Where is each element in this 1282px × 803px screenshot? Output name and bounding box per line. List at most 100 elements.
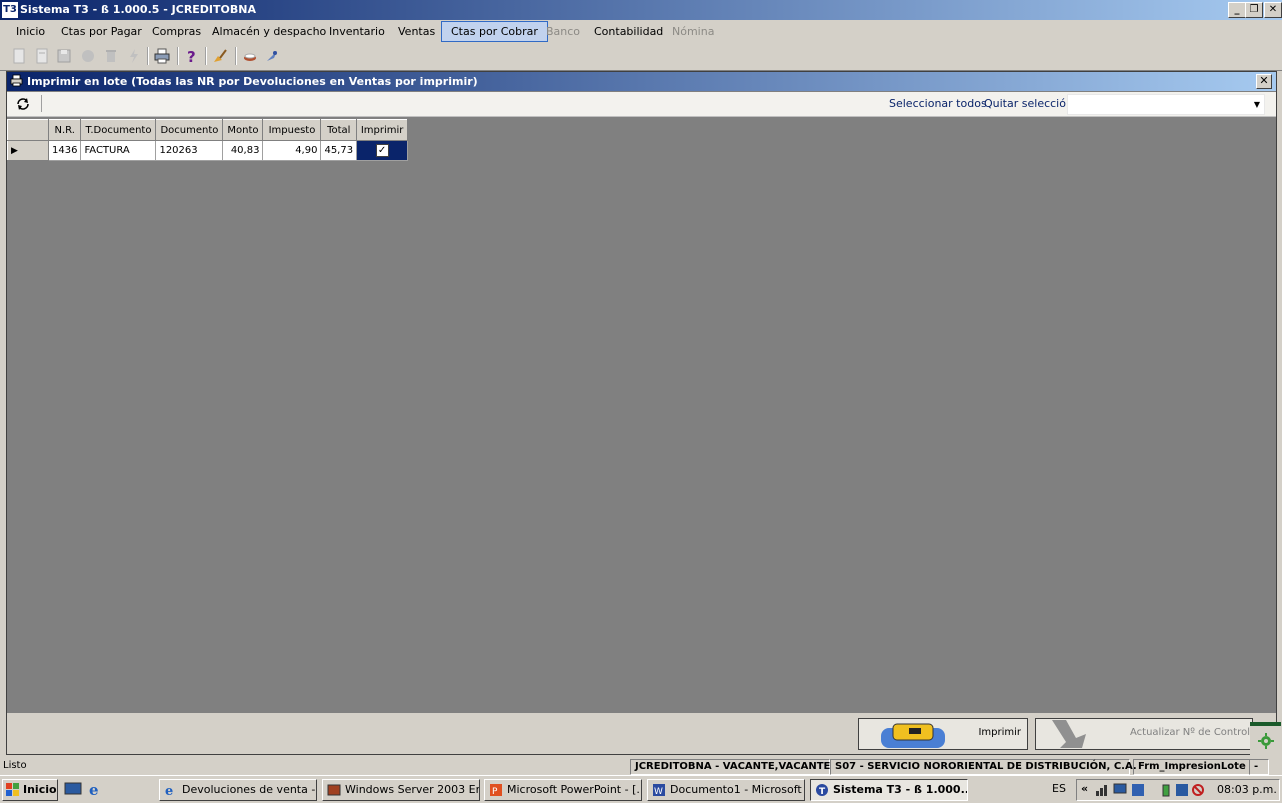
lightning-icon[interactable] (126, 48, 142, 64)
grid-header-row: N.R. T.Documento Documento Monto Impuest… (7, 119, 409, 141)
status-gear-icon[interactable] (1250, 722, 1281, 757)
cell-tdocumento[interactable]: FACTURA (80, 140, 157, 161)
svg-text:e: e (165, 784, 173, 797)
select-all-link[interactable]: Seleccionar todos (889, 97, 987, 110)
task-powerpoint[interactable]: P Microsoft PowerPoint - [... (484, 779, 642, 801)
ie-quicklaunch-icon[interactable]: e (88, 781, 104, 797)
word-icon: W (653, 784, 665, 797)
system-tray: « 08:03 p.m. (1076, 779, 1280, 801)
cell-total[interactable]: 45,73 (320, 140, 358, 161)
monitor-icon[interactable] (1113, 783, 1127, 797)
svg-text:T: T (819, 787, 826, 797)
child-toolbar: Seleccionar todos Quitar selección ▼ (7, 92, 1276, 117)
chevron-down-icon[interactable]: ▼ (1250, 95, 1264, 114)
cell-nr[interactable]: 1436 (47, 140, 82, 161)
delete-icon[interactable] (103, 48, 119, 64)
col-imprimir[interactable]: Imprimir (356, 119, 409, 141)
status-text: Listo (3, 760, 27, 771)
start-button[interactable]: Inicio (2, 779, 58, 801)
row-header-corner (7, 119, 49, 141)
app-logo-icon: T3 (2, 2, 18, 18)
status-company: S07 - SERVICIO NORORIENTAL DE DISTRIBUCI… (830, 759, 1137, 775)
broom-icon[interactable] (212, 48, 228, 64)
start-label: Inicio (23, 783, 57, 796)
network-icon[interactable] (1095, 783, 1109, 797)
menu-ventas[interactable]: Ventas (389, 22, 444, 41)
filter-combo[interactable]: ▼ (1067, 94, 1265, 115)
title-bar: T3 Sistema T3 - ß 1.000.5 - JCREDITOBNA … (0, 0, 1282, 20)
window-title: Sistema T3 - ß 1.000.5 - JCREDITOBNA (20, 3, 256, 16)
child-window: Imprimir en lote (Todas las NR por Devol… (6, 71, 1277, 755)
server-icon (327, 784, 341, 796)
menu-inventario[interactable]: Inventario (320, 22, 394, 41)
child-title: Imprimir en lote (Todas las NR por Devol… (27, 75, 478, 88)
child-title-bar: Imprimir en lote (Todas las NR por Devol… (7, 72, 1276, 91)
col-impuesto[interactable]: Impuesto (262, 119, 322, 141)
windows-logo-icon (6, 783, 19, 796)
menu-ctas-por-cobrar[interactable]: Ctas por Cobrar (441, 21, 548, 42)
new-icon[interactable] (11, 48, 27, 64)
tray-expand-icon[interactable]: « (1081, 782, 1088, 795)
menu-inicio[interactable]: Inicio (7, 22, 54, 41)
svg-text:?: ? (187, 48, 196, 64)
bottom-panel: Imprimir Actualizar Nº de Control (7, 713, 1276, 754)
security-icon[interactable] (1175, 783, 1189, 797)
col-documento[interactable]: Documento (155, 119, 224, 141)
clear-selection-link[interactable]: Quitar selección (984, 97, 1073, 110)
menu-nomina: Nómina (672, 25, 715, 38)
battery-icon[interactable] (1161, 783, 1171, 797)
col-total[interactable]: Total (320, 119, 358, 141)
record-icon[interactable] (80, 48, 96, 64)
printer-icon (881, 723, 945, 748)
col-monto[interactable]: Monto (222, 119, 264, 141)
menu-almacen[interactable]: Almacén y despacho (203, 22, 335, 41)
open-icon[interactable] (34, 48, 50, 64)
coffee-icon[interactable] (242, 48, 258, 64)
imprimir-checkbox[interactable]: ✓ (375, 144, 389, 157)
refresh-icon[interactable] (15, 96, 31, 112)
status-extra: - (1249, 759, 1269, 775)
table-row[interactable]: ▶ 1436 FACTURA 120263 40,83 4,90 45,73 ✓ (7, 140, 409, 161)
printer-small-icon (10, 74, 23, 87)
ie-icon: e (165, 784, 173, 797)
child-close-button[interactable]: ✕ (1256, 74, 1272, 89)
toolbar: ? (0, 43, 1282, 71)
update-control-label: Actualizar Nº de Control (1130, 727, 1250, 738)
menu-ctas-por-pagar[interactable]: Ctas por Pagar (52, 22, 151, 41)
arrow-down-icon (1052, 720, 1086, 748)
powerpoint-icon: P (490, 784, 502, 797)
print-button[interactable]: Imprimir (858, 718, 1028, 750)
row-pointer-icon[interactable]: ▶ (7, 140, 49, 161)
taskbar: Inicio e e Devoluciones de venta - ... W… (0, 775, 1282, 803)
language-indicator[interactable]: ES (1052, 782, 1066, 795)
menu-banco: Banco (546, 25, 581, 38)
task-sistema-t3[interactable]: T Sistema T3 - ß 1.000.... (810, 779, 968, 801)
help-icon[interactable]: ? (184, 48, 200, 64)
svg-text:W: W (654, 787, 663, 797)
menu-contabilidad[interactable]: Contabilidad (585, 22, 672, 41)
task-windows-server[interactable]: Windows Server 2003 En... (322, 779, 480, 801)
print-icon[interactable] (154, 48, 170, 64)
cell-impuesto[interactable]: 4,90 (262, 140, 322, 161)
col-nr[interactable]: N.R. (47, 119, 82, 141)
display-icon[interactable] (1131, 783, 1145, 797)
minimize-button[interactable]: _ (1228, 2, 1246, 18)
cell-imprimir[interactable]: ✓ (356, 140, 409, 161)
col-tdocumento[interactable]: T.Documento (80, 119, 157, 141)
volume-muted-icon[interactable] (1191, 783, 1205, 797)
task-word[interactable]: W Documento1 - Microsoft ... (647, 779, 805, 801)
t3-icon: T (816, 784, 828, 797)
save-icon[interactable] (56, 48, 72, 64)
task-devoluciones[interactable]: e Devoluciones de venta - ... (159, 779, 317, 801)
update-control-button[interactable]: Actualizar Nº de Control (1035, 718, 1253, 750)
cell-documento[interactable]: 120263 (155, 140, 224, 161)
clock[interactable]: 08:03 p.m. (1217, 783, 1277, 796)
show-desktop-icon[interactable] (64, 781, 82, 797)
restore-button[interactable]: ❐ (1245, 2, 1263, 18)
cell-monto[interactable]: 40,83 (222, 140, 264, 161)
menu-bar: Inicio Ctas por Pagar Compras Almacén y … (0, 20, 1282, 43)
menu-compras[interactable]: Compras (143, 22, 210, 41)
svg-text:e: e (89, 781, 99, 797)
close-button[interactable]: ✕ (1264, 2, 1282, 18)
rocket-icon[interactable] (264, 48, 280, 64)
